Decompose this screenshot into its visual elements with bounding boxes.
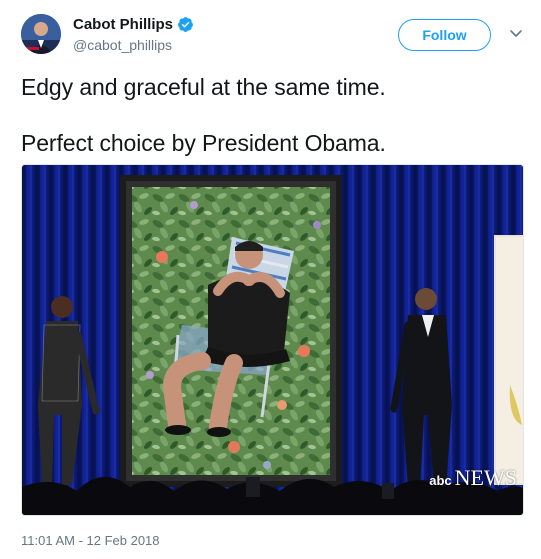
tweet-line-1: Edgy and graceful at the same time. (21, 74, 386, 100)
tweet-card: Cabot Phillips @cabot_phillips Follow Ed… (0, 0, 541, 559)
author-block: Cabot Phillips @cabot_phillips (73, 15, 194, 55)
abc-news-watermark: abc NEWS (429, 465, 517, 491)
display-name-text[interactable]: Cabot Phillips (73, 15, 173, 34)
follow-button[interactable]: Follow (398, 19, 491, 51)
watermark-abc: abc (429, 473, 452, 488)
tweet-line-2: Perfect choice by President Obama. (21, 130, 386, 156)
tweet-timestamp[interactable]: 11:01 AM - 12 Feb 2018 (21, 533, 160, 548)
author-name[interactable]: Cabot Phillips (73, 15, 194, 34)
tweet-media-image[interactable]: abc NEWS (21, 164, 524, 516)
author-handle[interactable]: @cabot_phillips (73, 35, 194, 55)
watermark-news: NEWS (454, 465, 517, 490)
portrait-unveiling-photo (22, 165, 523, 515)
verified-badge-icon (177, 16, 194, 33)
tweet-text: Edgy and graceful at the same time. Perf… (21, 73, 521, 157)
chevron-down-icon[interactable] (509, 26, 523, 40)
avatar[interactable] (21, 14, 61, 54)
